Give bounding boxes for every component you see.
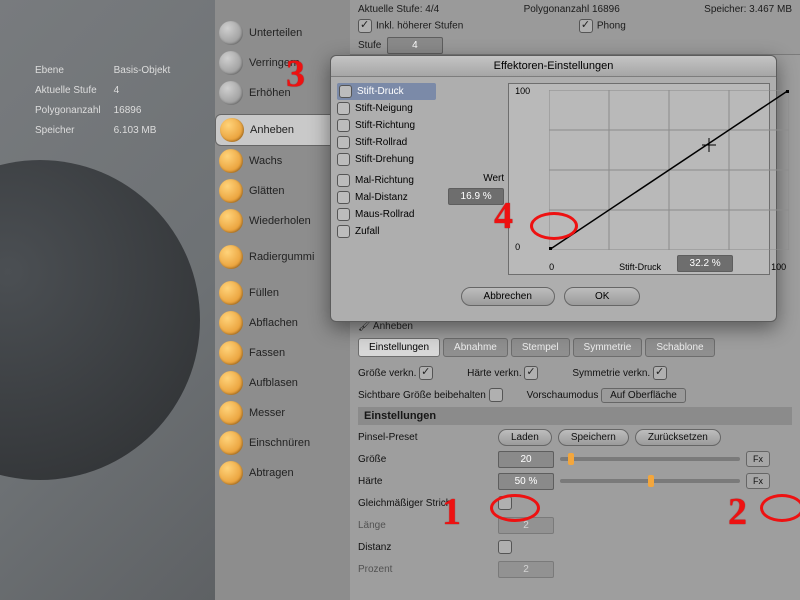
speichern-button[interactable]: Speichern (558, 429, 629, 446)
subdivision-strip: Aktuelle Stufe: 4/4Polygonanzahl 16896Sp… (350, 0, 800, 55)
annotation-1-circle (490, 494, 540, 522)
vorschau-dropdown[interactable]: Auf Oberfläche (601, 388, 686, 403)
tab-stempel[interactable]: Stempel (511, 338, 570, 357)
haerte-field[interactable]: 50 % (498, 473, 554, 490)
symm-verkn-checkbox[interactable] (653, 366, 667, 380)
tab-schablone[interactable]: Schablone (645, 338, 714, 357)
annotation-4: 4 (494, 194, 513, 238)
tab-abnahme[interactable]: Abnahme (443, 338, 508, 357)
knife-icon (219, 401, 243, 425)
brush-settings: 🖌 Anheben Einstellungen Abnahme Stempel … (350, 315, 800, 587)
tool-messer[interactable]: Messer (215, 398, 350, 428)
groesse-fx-button[interactable]: Fx (746, 451, 770, 467)
groesse-field[interactable]: 20 (498, 451, 554, 468)
brush-title: Anheben (373, 321, 413, 332)
subdivide-icon (219, 21, 243, 45)
sichtbare-checkbox[interactable] (489, 388, 503, 402)
cancel-button[interactable]: Abbrechen (461, 287, 555, 306)
groesse-slider[interactable] (560, 457, 740, 461)
xaxis-field[interactable]: 32.2 % (677, 255, 733, 272)
pull-icon (220, 118, 244, 142)
viewport-3d[interactable]: EbeneBasis-Objekt Aktuelle Stufe4 Polygo… (0, 0, 215, 600)
haerte-fx-button[interactable]: Fx (746, 473, 770, 489)
opt-stift-drehung[interactable]: Stift-Drehung (337, 151, 436, 168)
opt-mal-richtung[interactable]: Mal-Richtung (337, 172, 436, 189)
repeat-icon (219, 209, 243, 233)
flatten-icon (219, 311, 243, 335)
pinch-icon (219, 431, 243, 455)
grab-icon (219, 341, 243, 365)
effektor-dialog: Effektoren-Einstellungen Stift-Druck Sti… (330, 55, 777, 322)
opt-stift-rollrad[interactable]: Stift-Rollrad (337, 134, 436, 151)
inflate-icon (219, 371, 243, 395)
fill-icon (219, 281, 243, 305)
tool-abtragen[interactable]: Abtragen (215, 458, 350, 488)
distanz-checkbox[interactable] (498, 540, 512, 554)
einstellungen-header: Einstellungen (358, 407, 792, 425)
hud-stats: EbeneBasis-Objekt Aktuelle Stufe4 Polygo… (32, 60, 173, 142)
opt-stift-druck[interactable]: Stift-Druck (337, 83, 436, 100)
decrease-icon (219, 51, 243, 75)
haerte-verkn-checkbox[interactable] (524, 366, 538, 380)
opt-stift-neigung[interactable]: Stift-Neigung (337, 100, 436, 117)
increase-icon (219, 81, 243, 105)
annotation-1: 1 (442, 490, 461, 534)
tool-aufblasen[interactable]: Aufblasen (215, 368, 350, 398)
stufe-field[interactable]: 4 (387, 37, 443, 54)
inkl-checkbox[interactable] (358, 19, 372, 33)
tool-einschnueren[interactable]: Einschnüren (215, 428, 350, 458)
smooth-icon (219, 179, 243, 203)
ok-button[interactable]: OK (564, 287, 640, 306)
mesh-sphere (0, 160, 200, 480)
haerte-slider[interactable] (560, 479, 740, 483)
dialog-title: Effektoren-Einstellungen (331, 56, 776, 77)
eraser-icon (219, 245, 243, 269)
tool-unterteilen[interactable]: Unterteilen (215, 18, 350, 48)
settings-tabs: Einstellungen Abnahme Stempel Symmetrie … (358, 338, 792, 357)
opt-mal-distanz[interactable]: Mal-Distanz (337, 189, 436, 206)
wax-icon (219, 149, 243, 173)
opt-zufall[interactable]: Zufall (337, 223, 436, 240)
phong-checkbox[interactable] (579, 19, 593, 33)
effektor-curve[interactable]: 100 0 0 Stift-Druck 32.2 % 100 (508, 83, 770, 275)
groesse-verkn-checkbox[interactable] (419, 366, 433, 380)
tab-einstellungen[interactable]: Einstellungen (358, 338, 440, 357)
effektor-options: Stift-Druck Stift-Neigung Stift-Richtung… (337, 83, 436, 275)
tab-symmetrie[interactable]: Symmetrie (573, 338, 643, 357)
prozent-field: 2 (498, 561, 554, 578)
tool-fassen[interactable]: Fassen (215, 338, 350, 368)
annotation-4-circle (530, 212, 578, 240)
scrape-icon (219, 461, 243, 485)
opt-maus-rollrad[interactable]: Maus-Rollrad (337, 206, 436, 223)
laden-button[interactable]: Laden (498, 429, 552, 446)
annotation-2: 2 (728, 490, 747, 534)
annotation-2-circle (760, 494, 800, 522)
opt-stift-richtung[interactable]: Stift-Richtung (337, 117, 436, 134)
reset-button[interactable]: Zurücksetzen (635, 429, 721, 446)
annotation-3: 3 (286, 52, 305, 96)
